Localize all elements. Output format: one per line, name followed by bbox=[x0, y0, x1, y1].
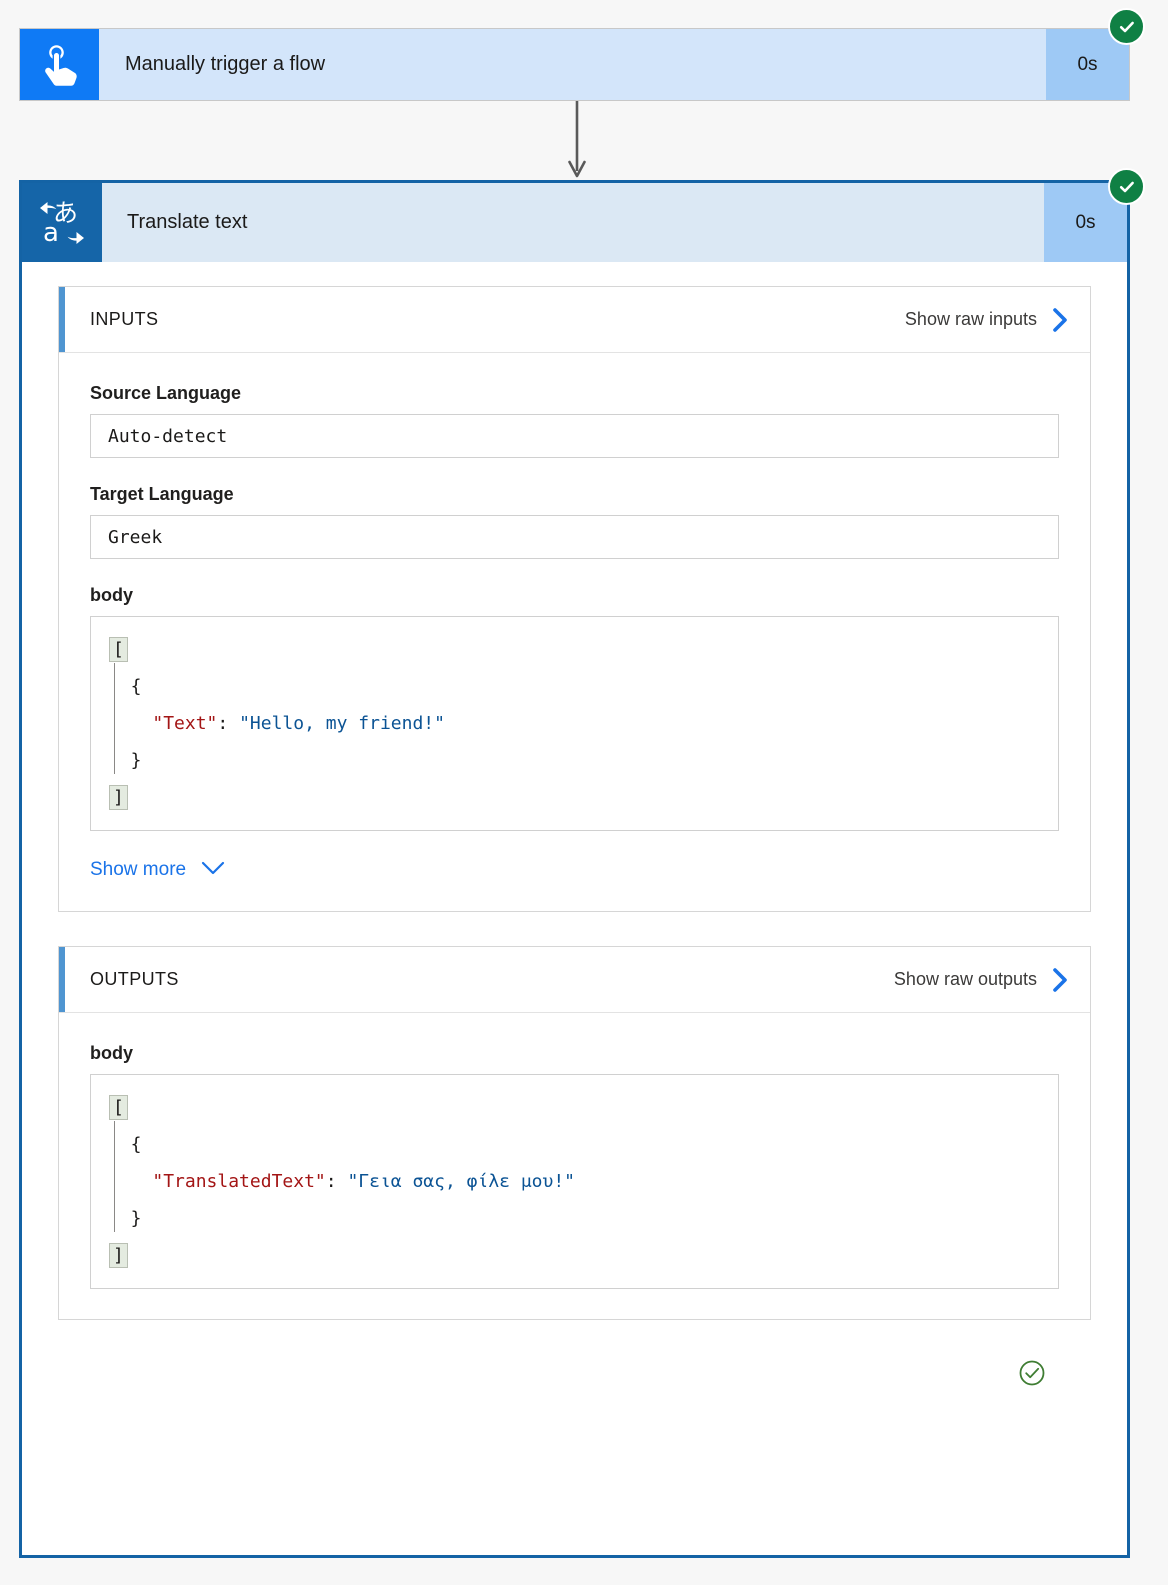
target-language-label: Target Language bbox=[90, 484, 234, 504]
chevron-right-icon bbox=[1050, 307, 1072, 333]
code-line: } bbox=[91, 1200, 1058, 1237]
chevron-right-icon bbox=[1050, 967, 1072, 993]
target-language-value[interactable]: Greek bbox=[90, 515, 1059, 559]
inputs-content: Source Language Auto-detect Target Langu… bbox=[59, 353, 1090, 911]
code-line: "TranslatedText": "Γεια σας, φίλε μου!" bbox=[91, 1163, 1058, 1200]
outputs-body-code[interactable]: [ { "TranslatedText": "Γεια σας, φίλε μο… bbox=[90, 1074, 1059, 1289]
show-more-label: Show more bbox=[90, 859, 187, 880]
code-line: } bbox=[91, 742, 1058, 779]
show-more-button[interactable]: Show more bbox=[90, 859, 1059, 881]
outputs-content: body [ { "TranslatedText": "Γεια σας, φί… bbox=[59, 1013, 1090, 1319]
translate-icon: あ a bbox=[22, 183, 102, 262]
source-language-label: Source Language bbox=[90, 383, 242, 403]
code-line: [ bbox=[91, 1089, 1058, 1126]
check-circle-outline-icon bbox=[1017, 1358, 1047, 1388]
code-line: { bbox=[91, 1126, 1058, 1163]
code-line: ] bbox=[91, 1237, 1058, 1274]
trigger-card[interactable]: Manually trigger a flow 0s bbox=[19, 28, 1130, 101]
show-raw-inputs-label: Show raw inputs bbox=[904, 309, 1037, 329]
inputs-title: INPUTS bbox=[90, 309, 159, 329]
inputs-body-label: body bbox=[90, 585, 133, 605]
action-header[interactable]: あ a Translate text 0s bbox=[22, 183, 1127, 262]
json-separator: : bbox=[217, 713, 240, 734]
outputs-panel: OUTPUTS Show raw outputs body [ { "Trans… bbox=[58, 946, 1091, 1320]
json-fold-guide bbox=[114, 663, 115, 774]
action-status-badge bbox=[1108, 168, 1145, 205]
tap-hand-icon bbox=[20, 29, 99, 100]
action-title: Translate text bbox=[102, 183, 1044, 262]
show-raw-inputs-link[interactable]: Show raw inputs bbox=[905, 307, 1072, 333]
json-string-value: "Hello, my friend!" bbox=[239, 713, 445, 734]
code-line: [ bbox=[91, 631, 1058, 668]
action-footer bbox=[58, 1354, 1091, 1388]
source-language-value[interactable]: Auto-detect bbox=[90, 414, 1059, 458]
json-key: "Text" bbox=[152, 713, 218, 734]
json-fold-bracket[interactable]: [ bbox=[109, 637, 128, 662]
code-line: ] bbox=[91, 779, 1058, 816]
connector-arrow bbox=[566, 101, 588, 181]
json-fold-bracket[interactable]: ] bbox=[109, 1243, 128, 1268]
outputs-body-label: body bbox=[90, 1043, 133, 1063]
json-fold-guide bbox=[114, 1121, 115, 1232]
action-card-translate-text[interactable]: あ a Translate text 0s INPUTS Show raw in… bbox=[19, 180, 1130, 1558]
chevron-down-icon bbox=[200, 860, 226, 881]
outputs-title: OUTPUTS bbox=[90, 969, 179, 989]
action-body: INPUTS Show raw inputs Source Language A… bbox=[22, 262, 1127, 1388]
show-raw-outputs-label: Show raw outputs bbox=[893, 969, 1037, 989]
code-line: "Text": "Hello, my friend!" bbox=[91, 705, 1058, 742]
json-separator: : bbox=[325, 1171, 348, 1192]
json-key: "TranslatedText" bbox=[152, 1171, 326, 1192]
json-fold-bracket[interactable]: ] bbox=[109, 785, 128, 810]
inputs-body-code[interactable]: [ { "Text": "Hello, my friend!" }] bbox=[90, 616, 1059, 831]
json-fold-bracket[interactable]: [ bbox=[109, 1095, 128, 1120]
outputs-header: OUTPUTS Show raw outputs bbox=[59, 947, 1090, 1013]
json-string-value: "Γεια σας, φίλε μου!" bbox=[347, 1171, 576, 1192]
inputs-header: INPUTS Show raw inputs bbox=[59, 287, 1090, 353]
show-raw-outputs-link[interactable]: Show raw outputs bbox=[894, 967, 1072, 993]
trigger-title: Manually trigger a flow bbox=[99, 29, 1046, 100]
code-line: { bbox=[91, 668, 1058, 705]
trigger-status-badge bbox=[1108, 8, 1145, 45]
svg-text:a: a bbox=[43, 218, 59, 248]
inputs-panel: INPUTS Show raw inputs Source Language A… bbox=[58, 286, 1091, 912]
